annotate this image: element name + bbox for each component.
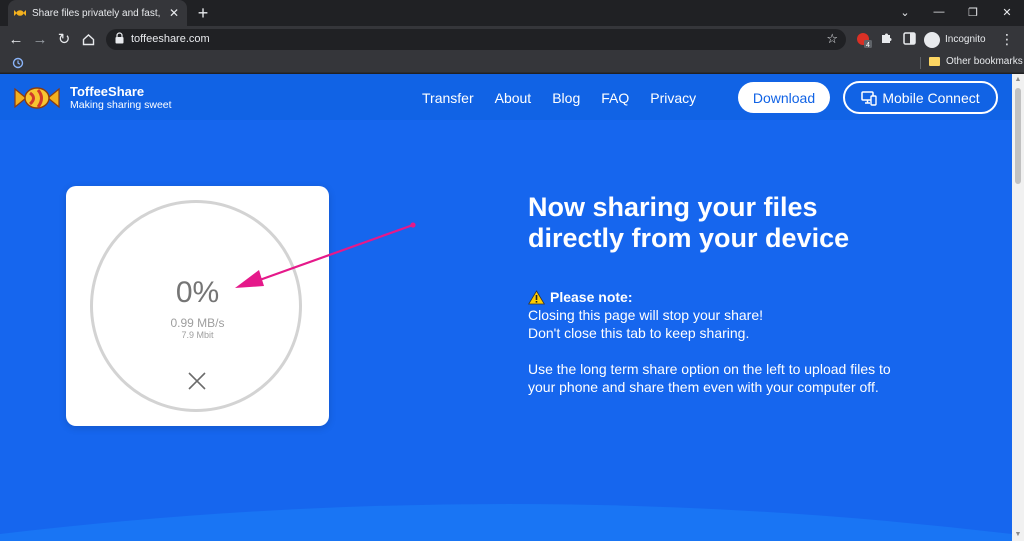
page-scrollbar[interactable]: ▲ ▼ [1012,74,1024,541]
note-spacer [528,342,908,360]
restore-icon[interactable]: ❐ [956,0,990,24]
bottom-wave [0,504,1012,541]
minimize-icon[interactable]: — [922,0,956,24]
lock-icon [115,32,124,44]
annotation-arrow [235,222,416,288]
headline-line-1: Now sharing your files [528,192,818,222]
extension-badge: 4 [866,42,870,48]
side-panel-icon[interactable] [903,32,916,45]
scroll-down-icon[interactable]: ▼ [1012,529,1024,541]
scroll-up-icon[interactable]: ▲ [1012,74,1024,86]
brand-name[interactable]: ToffeeShare [70,84,144,99]
note-line-1: Closing this page will stop your share! [528,307,764,323]
window-controls: ⌄ — ❐ ✕ [888,0,1024,24]
monitor-phone-icon [861,90,878,106]
note-heading: Please note: [528,288,908,306]
page-content: ToffeeShare Making sharing sweet Transfe… [0,74,1012,541]
transfer-speed-mbit: 7.9 Mbit [181,330,214,340]
browser-tab[interactable]: Share files privately and fast, wit ✕ [8,0,187,26]
back-icon[interactable]: ← [6,30,26,50]
sharing-note: Please note: Closing this page will stop… [528,288,908,396]
nav-blog[interactable]: Blog [552,90,580,106]
tab-search-icon[interactable]: ⌄ [888,0,922,24]
browser-menu-icon[interactable]: ⋮ [1000,30,1014,48]
toffee-logo-icon[interactable] [14,83,60,113]
mobile-connect-button[interactable]: Mobile Connect [843,81,998,114]
long-term-share-text: Use the long term share option on the le… [528,361,891,395]
extension-icon[interactable]: 4 [856,32,872,48]
note-title: Please note: [550,289,633,305]
warning-icon [528,289,545,304]
bookmarks-divider [920,57,921,69]
download-button[interactable]: Download [738,82,830,113]
history-icon[interactable] [12,57,24,69]
cancel-share-icon[interactable] [186,370,208,392]
tab-title: Share files privately and fast, wit [32,7,161,19]
incognito-indicator[interactable]: Incognito [924,30,986,49]
address-bar[interactable]: toffeeshare.com ☆ [106,29,846,50]
page-title: Now sharing your files directly from you… [528,192,968,254]
nav-about[interactable]: About [495,90,532,106]
nav-transfer[interactable]: Transfer [422,90,474,106]
extensions-puzzle-icon[interactable] [880,32,893,45]
new-tab-icon[interactable]: + [194,3,212,23]
bookmark-star-icon[interactable]: ☆ [826,31,838,47]
scroll-thumb[interactable] [1015,88,1021,184]
bookmarks-bar: Other bookmarks [0,53,1024,73]
other-bookmarks-label: Other bookmarks [946,56,1023,67]
mobile-connect-label: Mobile Connect [882,89,980,106]
transfer-speed: 0.99 MB/s [170,316,225,330]
forward-icon[interactable]: → [30,30,50,50]
incognito-label: Incognito [945,34,986,45]
folder-icon [929,57,940,66]
other-bookmarks[interactable]: Other bookmarks [929,56,1023,67]
reload-icon[interactable]: ↻ [54,30,74,50]
nav-faq[interactable]: FAQ [601,90,629,106]
tab-close-icon[interactable]: ✕ [167,6,181,20]
window-close-icon[interactable]: ✕ [990,0,1024,24]
tab-strip: Share files privately and fast, wit ✕ + … [0,0,1024,26]
url-text: toffeeshare.com [131,33,210,45]
home-icon[interactable] [78,30,98,50]
incognito-icon [924,31,940,48]
note-line-2: Don't close this tab to keep sharing. [528,325,750,341]
toffee-favicon-icon [14,10,26,16]
headline-line-2: directly from your device [528,223,850,253]
main-nav: Transfer About Blog FAQ Privacy [422,90,717,106]
nav-privacy[interactable]: Privacy [650,90,696,106]
browser-toolbar: ← → ↻ toffeeshare.com ☆ 4 Incognito ⋮ [0,26,1024,53]
site-header: ToffeeShare Making sharing sweet Transfe… [0,74,1012,120]
brand-tagline: Making sharing sweet [70,99,172,111]
